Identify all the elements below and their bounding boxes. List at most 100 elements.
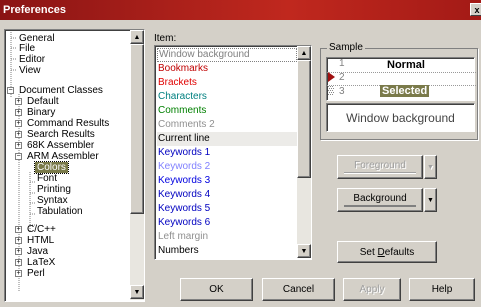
item-text: Keywords 3 [158,175,211,186]
expand-icon[interactable]: + [15,98,22,105]
sample-window-background: Window background [326,103,475,132]
expand-icon[interactable]: + [15,270,22,277]
line-number: 3 [339,86,345,97]
list-item[interactable]: Keywords 3 [157,174,297,188]
ok-button[interactable]: OK [180,278,253,301]
list-item[interactable]: Keywords 1 [157,146,297,160]
tree-item-label: ARM Assembler [27,151,99,162]
line-number: 1 [339,58,345,69]
item-text: Comments [158,105,207,116]
tree-item-label: Tabulation [37,206,83,217]
tree-item-arm-assembler[interactable]: − ARM Assembler [15,151,101,162]
tree-item-file[interactable]: File [17,43,37,54]
scroll-down-button[interactable]: ▼ [297,244,311,258]
tree-item-perl[interactable]: + Perl [15,268,47,279]
list-item[interactable]: Brackets [157,76,297,90]
collapse-icon[interactable]: − [15,153,22,160]
category-tree[interactable]: General File Editor View − Document Clas… [4,29,145,302]
list-item[interactable]: Numbers [157,244,297,258]
item-text: Keywords 2 [158,161,211,172]
tree-item-search-results[interactable]: + Search Results [15,129,97,140]
item-label: Item: [154,33,177,44]
list-item[interactable]: Characters [157,90,297,104]
close-button[interactable]: x [470,3,481,16]
foreground-label: Foreground [354,159,406,171]
list-item[interactable]: Keywords 2 [157,160,297,174]
list-item[interactable]: Keywords 6 [157,216,297,230]
scroll-up-button[interactable]: ▲ [130,30,144,44]
item-text: Keywords 1 [158,147,211,158]
scroll-up-button[interactable]: ▲ [297,46,311,60]
foreground-dropdown[interactable]: ▼ [424,155,437,179]
expand-icon[interactable]: + [15,142,22,149]
list-item[interactable]: Bookmarks [157,62,297,76]
item-text: Keywords 6 [158,217,211,228]
expand-icon[interactable]: + [15,131,22,138]
tree-item-tabulation[interactable]: Tabulation [35,206,85,217]
help-button[interactable]: Help [409,278,475,301]
scroll-down-button[interactable]: ▼ [130,285,144,299]
list-item[interactable]: Keywords 4 [157,188,297,202]
arrow-up-icon: ▲ [300,49,308,57]
tree-item-font[interactable]: Font [35,173,59,184]
window-title: Preferences [3,4,66,16]
cancel-button[interactable]: Cancel [262,278,335,301]
expand-icon[interactable]: + [15,248,22,255]
expand-icon[interactable]: + [15,226,22,233]
tree-item-68k-assembler[interactable]: + 68K Assembler [15,140,96,151]
tree-item-label: LaTeX [27,257,56,268]
expand-icon[interactable]: + [15,120,22,127]
tree-item-document-classes[interactable]: − Document Classes [7,85,105,96]
list-item[interactable]: Left margin [157,230,297,244]
tree-item-html[interactable]: + HTML [15,235,56,246]
background-label: Background [353,192,407,204]
tree-item-syntax[interactable]: Syntax [35,195,70,206]
tree-scrollbar[interactable]: ▲ ▼ [130,30,144,300]
background-button[interactable]: Background [337,188,423,212]
foreground-button[interactable]: Foreground [337,155,423,179]
tree-item-java[interactable]: + Java [15,246,50,257]
tree-item-label: C/C++ [27,224,56,235]
tree-item-editor[interactable]: Editor [17,54,47,65]
list-item[interactable]: Window background [157,48,297,62]
background-dropdown[interactable]: ▼ [424,188,437,212]
item-text: Keywords 4 [158,189,211,200]
tree-item-view[interactable]: View [17,65,43,76]
expand-icon[interactable]: + [15,109,22,116]
tree-item-cpp[interactable]: + C/C++ [15,224,58,235]
tree-item-printing[interactable]: Printing [35,184,73,195]
scroll-thumb[interactable] [297,60,311,178]
apply-label: Apply [359,284,385,295]
expand-icon[interactable]: + [15,237,22,244]
item-scrollbar[interactable]: ▲ ▼ [297,46,311,258]
apply-button[interactable]: Apply [343,278,401,301]
collapse-icon[interactable]: − [7,87,14,94]
help-label: Help [431,284,453,295]
item-text: Left margin [158,231,209,242]
tree-item-label: 68K Assembler [27,140,95,151]
item-text: Comments 2 [158,119,215,130]
set-defaults-button[interactable]: Set Defaults [337,241,437,263]
list-item[interactable]: Keywords 5 [157,202,297,216]
sample-group-title: Sample [327,42,365,53]
line-number: 2 [339,72,345,83]
list-item[interactable]: Comments 2 [157,118,297,132]
background-swatch [344,205,416,207]
list-item[interactable]: Current line [157,132,297,146]
list-item[interactable]: Comments [157,104,297,118]
sample-normal-text: Normal [387,59,425,71]
close-icon: x [474,4,480,15]
title-bar: Preferences x [0,0,481,20]
tree-item-colors[interactable]: Colors [34,161,69,174]
tree-item-binary[interactable]: + Binary [15,107,57,118]
expand-icon[interactable]: + [15,259,22,266]
tree-item-default[interactable]: + Default [15,96,61,107]
tree-item-command-results[interactable]: + Command Results [15,118,111,129]
arrow-down-icon: ▼ [133,288,141,296]
item-listbox[interactable]: Window background Bookmarks Brackets Cha… [154,45,312,260]
foreground-swatch [344,172,416,174]
tree-item-latex[interactable]: + LaTeX [15,257,57,268]
scroll-thumb[interactable] [130,44,144,214]
item-text: Numbers [158,245,199,256]
set-defaults-suffix: efaults [384,246,415,258]
